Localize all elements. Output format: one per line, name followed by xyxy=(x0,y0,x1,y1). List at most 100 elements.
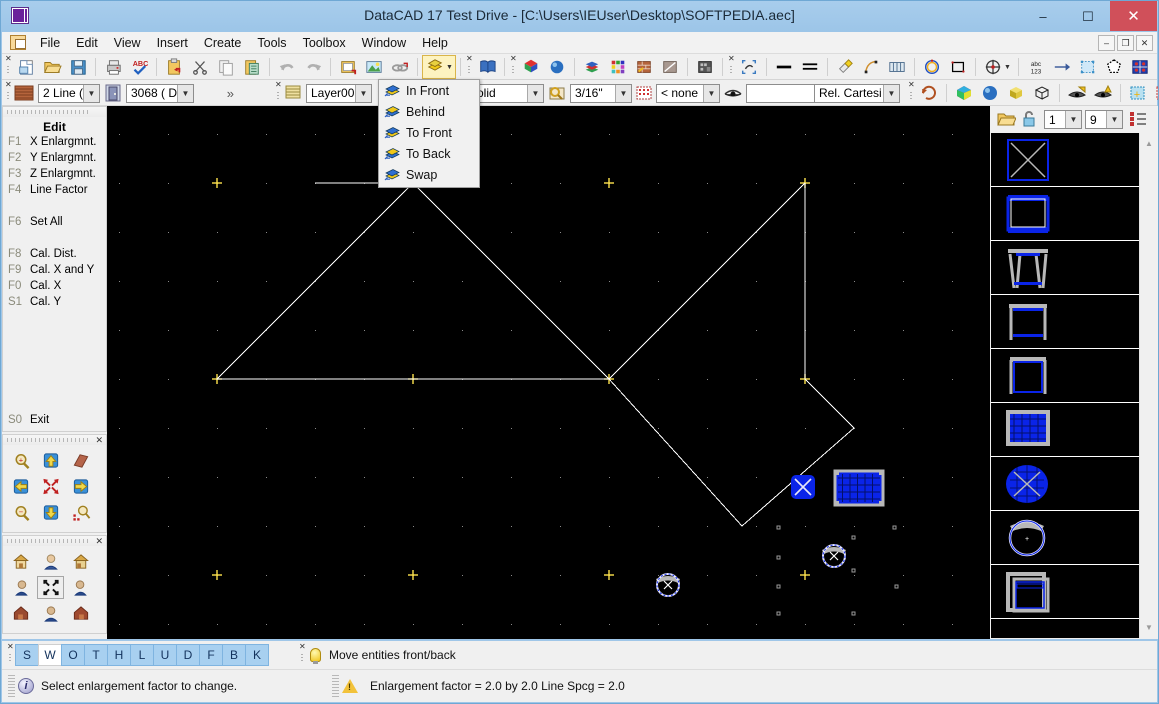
edit-row-z-enlargmnt[interactable]: F3 Z Enlargmnt. xyxy=(3,166,106,182)
sds-button-b[interactable]: B xyxy=(222,644,246,666)
link-chain-button[interactable] xyxy=(387,55,413,79)
book-help-button[interactable] xyxy=(474,55,500,79)
view-left-button[interactable] xyxy=(7,576,34,599)
grid-measure-button[interactable] xyxy=(884,55,910,79)
mdi-close-button[interactable]: ✕ xyxy=(1136,35,1153,51)
abc123-text-button[interactable]: abc 123 xyxy=(1023,55,1049,79)
view-right-button[interactable] xyxy=(67,576,94,599)
chevron-down-icon[interactable]: ▼ xyxy=(527,84,543,102)
color-palette-button[interactable] xyxy=(605,55,631,79)
panel-grip[interactable] xyxy=(3,107,106,117)
select-add-icon[interactable]: + xyxy=(1125,81,1151,105)
paste-clipboard-button[interactable] xyxy=(239,55,265,79)
sds-button-h[interactable]: H xyxy=(107,644,131,666)
yellow-cube-icon[interactable] xyxy=(1003,81,1029,105)
arrow-right-button[interactable] xyxy=(1049,55,1075,79)
sds-button-k[interactable]: K xyxy=(245,644,269,666)
panel-grip[interactable]: ✕ xyxy=(3,435,106,445)
move-4way-button[interactable]: ▼ xyxy=(980,55,1014,79)
flashlight-button[interactable] xyxy=(832,55,858,79)
menu-window[interactable]: Window xyxy=(354,33,414,53)
chevron-down-icon[interactable]: ▼ xyxy=(446,64,453,71)
mdi-maximize-button[interactable]: ❐ xyxy=(1117,35,1134,51)
blue-round-symbol[interactable] xyxy=(791,475,815,499)
chevron-down-icon[interactable]: ▼ xyxy=(1004,64,1011,71)
chevron-down-icon[interactable]: ▼ xyxy=(703,84,719,102)
move-front-back-menu[interactable]: In Front Behind To Front To Back Swap xyxy=(378,79,480,188)
polygon-outline-button[interactable] xyxy=(1101,55,1127,79)
sds-button-t[interactable]: T xyxy=(84,644,108,666)
view-front-button[interactable] xyxy=(37,550,64,573)
palette-item-table-nested[interactable] xyxy=(991,565,1139,619)
symbol-grid-button[interactable] xyxy=(1127,55,1153,79)
pan-down-button[interactable] xyxy=(37,501,64,524)
linetype-swatch-icon[interactable] xyxy=(13,83,35,103)
new-file-button[interactable] xyxy=(13,55,39,79)
palette-item-table-rect-blue[interactable] xyxy=(991,187,1139,241)
pan-up-button[interactable] xyxy=(37,449,64,472)
palette-columns-combo[interactable]: 1 ▼ xyxy=(1044,110,1082,129)
scroll-down-icon[interactable]: ▼ xyxy=(1140,619,1158,636)
sds-button-w[interactable]: W xyxy=(38,644,62,666)
close-icon[interactable]: ✕ xyxy=(95,435,103,445)
palette-scrollbar[interactable]: ▲ ▼ xyxy=(1139,133,1157,638)
zoom-extents-button[interactable] xyxy=(37,475,64,498)
toolbar-grip[interactable]: ✕ xyxy=(274,80,283,106)
refresh-recalc-icon[interactable] xyxy=(916,81,942,105)
move-front-back-button[interactable]: ▼ xyxy=(422,55,456,79)
shaded-sphere-button[interactable] xyxy=(544,55,570,79)
palette-item-table-side-view[interactable] xyxy=(991,295,1139,349)
mdi-restore-button[interactable]: – xyxy=(1098,35,1115,51)
scroll-up-icon[interactable]: ▲ xyxy=(1140,135,1158,152)
undo-arrow-button[interactable] xyxy=(274,55,300,79)
color-wheel-icon[interactable] xyxy=(951,81,977,105)
view-back-left-button[interactable] xyxy=(7,602,34,625)
scissors-cut-button[interactable] xyxy=(187,55,213,79)
palette-item-table-square-plan[interactable] xyxy=(991,133,1139,187)
select-area-button[interactable] xyxy=(736,55,762,79)
view-back-right-button[interactable] xyxy=(67,602,94,625)
photo-button[interactable] xyxy=(361,55,387,79)
coordinate-mode-combo[interactable]: Rel. Cartesi ▼ xyxy=(814,83,900,103)
hatch-combo[interactable]: < none ▼ xyxy=(656,83,720,103)
view-front-right-button[interactable] xyxy=(67,550,94,573)
sds-button-f[interactable]: F xyxy=(199,644,223,666)
chevron-down-icon[interactable]: ▼ xyxy=(177,84,193,102)
select-remove-icon[interactable]: − xyxy=(1151,81,1158,105)
edit-row-y-enlargmnt[interactable]: F2 Y Enlargmnt. xyxy=(3,150,106,166)
layer-combo[interactable]: Layer00 ▼ xyxy=(306,83,372,103)
color-cube-button[interactable] xyxy=(518,55,544,79)
list-options-icon[interactable] xyxy=(1128,110,1148,128)
drawing-canvas[interactable] xyxy=(107,106,990,639)
palette-item-table-folding-legs[interactable] xyxy=(991,241,1139,295)
sds-button-o[interactable]: O xyxy=(61,644,85,666)
chevron-down-icon[interactable]: ▼ xyxy=(1106,111,1122,128)
view-back-button[interactable] xyxy=(37,602,64,625)
menu-edit[interactable]: Edit xyxy=(68,33,106,53)
zoom-out-button[interactable]: − xyxy=(7,501,34,524)
menu-item-to-back[interactable]: To Back xyxy=(379,143,479,164)
hatch-swatch-icon[interactable] xyxy=(634,83,654,103)
menu-file[interactable]: File xyxy=(32,33,68,53)
edit-row-cal-dist[interactable]: F8 Cal. Dist. xyxy=(3,246,106,262)
toolbar-grip[interactable]: ✕ xyxy=(4,54,13,80)
chevron-down-icon[interactable]: ▼ xyxy=(355,84,371,102)
menu-item-behind[interactable]: Behind xyxy=(379,101,479,122)
pan-left-button[interactable] xyxy=(7,475,34,498)
edit-row-cal-x-and-y[interactable]: F9 Cal. X and Y xyxy=(3,262,106,278)
zoom-in-button[interactable]: + xyxy=(7,449,34,472)
toolbar-grip[interactable]: ✕ xyxy=(4,80,13,106)
spellcheck-abc-button[interactable]: ABC xyxy=(126,55,152,79)
chevron-down-icon[interactable]: ▼ xyxy=(615,84,631,102)
redo-arrow-button[interactable] xyxy=(300,55,326,79)
palette-item-table-circle-plan[interactable]: + xyxy=(991,511,1139,565)
edit-exit-row[interactable]: S0 Exit xyxy=(3,412,49,428)
menu-help[interactable]: Help xyxy=(414,33,456,53)
save-disk-button[interactable] xyxy=(65,55,91,79)
solid-line-button[interactable] xyxy=(771,55,797,79)
curve-tool-button[interactable] xyxy=(858,55,884,79)
menu-item-to-front[interactable]: To Front xyxy=(379,122,479,143)
sds-button-s[interactable]: S xyxy=(15,644,39,666)
toolbar-grip[interactable]: ✕ xyxy=(727,54,736,80)
edit-row-set-all[interactable]: F6 Set All xyxy=(3,214,106,230)
